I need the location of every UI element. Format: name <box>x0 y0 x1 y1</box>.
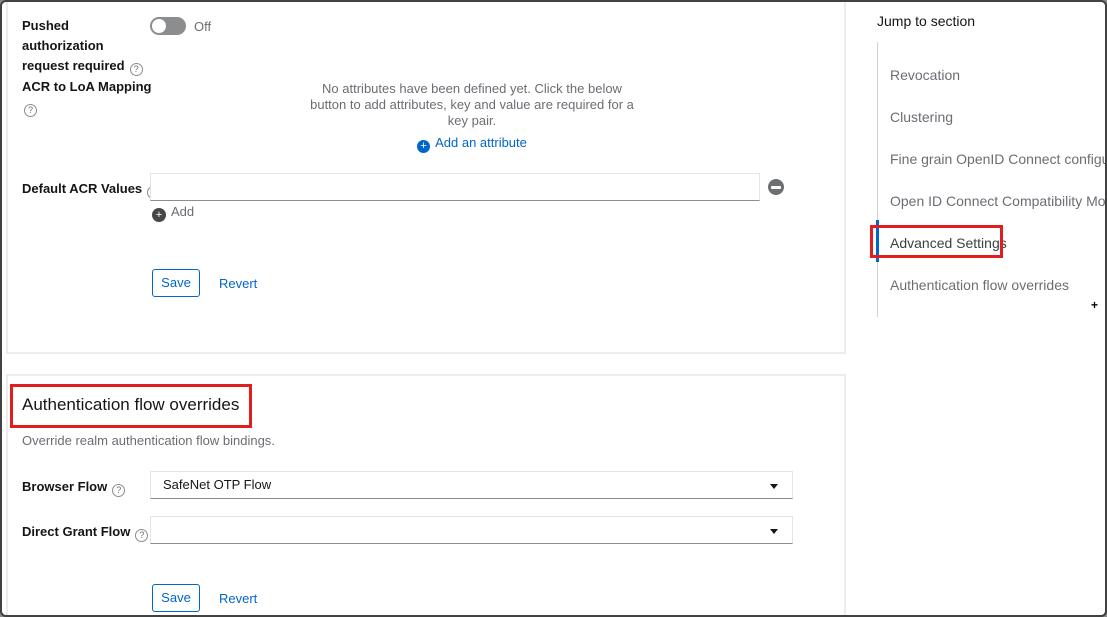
add-attribute-label: Add an attribute <box>435 135 527 150</box>
toggle-knob <box>152 19 166 33</box>
default-acr-input[interactable] <box>150 173 760 201</box>
nav-item-fine-grain-oidc[interactable]: Fine grain OpenID Connect configuration <box>890 149 1107 169</box>
pushed-auth-label: Pushed authorization request required <box>22 16 154 76</box>
nav-divider-line <box>877 42 878 317</box>
save-button[interactable]: Save <box>152 584 200 612</box>
browser-flow-label: Browser Flow <box>22 477 125 497</box>
revert-button[interactable]: Revert <box>219 591 257 606</box>
keycloak-client-settings-screen: Pushed authorization request required Of… <box>0 0 1107 617</box>
nav-item-clustering[interactable]: Clustering <box>890 107 953 127</box>
auth-flow-overrides-heading: Authentication flow overrides <box>22 395 239 415</box>
acr-loa-label: ACR to LoA Mapping <box>22 77 172 117</box>
chevron-down-icon <box>770 484 778 489</box>
default-acr-label-text: Default ACR Values <box>22 181 142 196</box>
mouse-cursor: + <box>1091 298 1098 312</box>
help-icon[interactable] <box>135 529 148 542</box>
browser-flow-label-text: Browser Flow <box>22 479 107 494</box>
direct-grant-flow-label: Direct Grant Flow <box>22 522 148 542</box>
empty-state-line: key pair. <box>252 113 692 129</box>
direct-grant-flow-select[interactable] <box>150 516 793 544</box>
auth-flow-overrides-description: Override realm authentication flow bindi… <box>22 433 275 448</box>
plus-circle-icon <box>417 140 430 153</box>
add-attribute-button[interactable]: Add an attribute <box>252 135 692 153</box>
help-icon[interactable] <box>130 63 143 76</box>
default-acr-label: Default ACR Values <box>22 179 160 199</box>
nav-item-advanced-settings[interactable]: Advanced Settings <box>890 233 1007 253</box>
pushed-auth-toggle[interactable] <box>150 17 186 35</box>
browser-flow-value: SafeNet OTP Flow <box>163 477 271 492</box>
browser-flow-select[interactable]: SafeNet OTP Flow <box>150 471 793 499</box>
jump-to-section-title: Jump to section <box>877 13 975 29</box>
nav-active-indicator <box>876 220 879 262</box>
help-icon[interactable] <box>24 104 37 117</box>
add-acr-value-button[interactable]: Add <box>152 204 194 222</box>
acr-loa-empty-state: No attributes have been defined yet. Cli… <box>252 81 692 129</box>
acr-loa-label-text: ACR to LoA Mapping <box>22 79 152 94</box>
pushed-auth-label-text: Pushed authorization request required <box>22 18 125 73</box>
chevron-down-icon <box>770 529 778 534</box>
empty-state-line: button to add attributes, key and value … <box>252 97 692 113</box>
direct-grant-flow-label-text: Direct Grant Flow <box>22 524 130 539</box>
empty-state-line: No attributes have been defined yet. Cli… <box>252 81 692 97</box>
remove-value-icon[interactable] <box>768 179 784 195</box>
revert-button[interactable]: Revert <box>219 276 257 291</box>
save-button[interactable]: Save <box>152 269 200 297</box>
nav-item-oidc-compatibility[interactable]: Open ID Connect Compatibility Modes <box>890 191 1107 211</box>
pushed-auth-toggle-state: Off <box>194 19 211 34</box>
nav-item-auth-flow-overrides[interactable]: Authentication flow overrides <box>890 275 1069 295</box>
help-icon[interactable] <box>112 484 125 497</box>
plus-circle-icon <box>152 208 166 222</box>
nav-item-revocation[interactable]: Revocation <box>890 65 960 85</box>
add-label: Add <box>171 204 194 219</box>
